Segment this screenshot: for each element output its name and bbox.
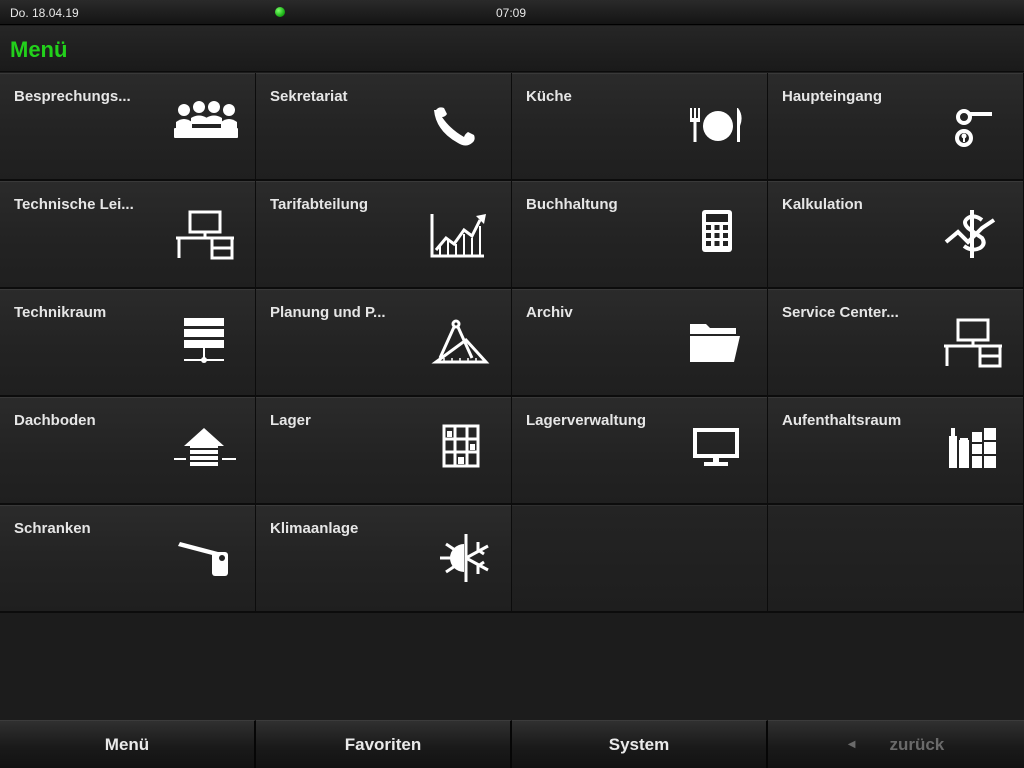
phone-icon: [426, 98, 496, 156]
page-title: Menü: [10, 37, 68, 62]
tile-buchhaltung[interactable]: Buchhaltung: [512, 181, 768, 289]
meeting-icon: [170, 98, 240, 156]
compass-ruler-icon: [426, 314, 496, 372]
tile-lagerverwaltung[interactable]: Lagerverwaltung: [512, 397, 768, 505]
bottom-navigation: Menü Favoriten System ◀ zurück: [0, 720, 1024, 768]
tile-tarifabteilung[interactable]: Tarifabteilung: [256, 181, 512, 289]
tile-planung[interactable]: Planung und P...: [256, 289, 512, 397]
tile-lager[interactable]: Lager: [256, 397, 512, 505]
back-button[interactable]: ◀ zurück: [768, 720, 1024, 768]
tile-empty: [768, 505, 1024, 613]
tile-kueche[interactable]: Küche: [512, 73, 768, 181]
tile-schranken[interactable]: Schranken: [0, 505, 256, 613]
tile-dachboden[interactable]: Dachboden: [0, 397, 256, 505]
system-button[interactable]: System: [512, 720, 768, 768]
chart-growth-icon: [426, 206, 496, 264]
status-bar: Do. 18.04.19 07:09: [0, 0, 1024, 25]
tile-label: Haupteingang: [782, 88, 882, 105]
tile-label: Technikraum: [14, 304, 107, 321]
tile-technische-leitung[interactable]: Technische Lei...: [0, 181, 256, 289]
menu-button[interactable]: Menü: [0, 720, 256, 768]
monitor-icon: [682, 422, 752, 480]
shelf-icon: [426, 422, 496, 480]
tile-label: Sekretariat: [270, 88, 348, 105]
tile-label: Küche: [526, 88, 572, 105]
tile-label: Tarifabteilung: [270, 196, 369, 213]
tile-haupteingang[interactable]: Haupteingang: [768, 73, 1024, 181]
tile-aufenthaltsraum[interactable]: Aufenthaltsraum: [768, 397, 1024, 505]
clock: 07:09: [496, 6, 527, 20]
tile-label: Dachboden: [14, 412, 96, 429]
drinks-icon: [938, 422, 1008, 480]
desk-computer-icon: [938, 314, 1008, 372]
tile-label: Archiv: [526, 304, 573, 321]
tile-technikraum[interactable]: Technikraum: [0, 289, 256, 397]
dollar-chart-icon: [938, 206, 1008, 264]
tile-label: Schranken: [14, 520, 91, 537]
tile-label: Technische Lei...: [14, 196, 134, 213]
tile-sekretariat[interactable]: Sekretariat: [256, 73, 512, 181]
plate-cutlery-icon: [682, 98, 752, 156]
date-display: Do. 18.04.19: [10, 6, 79, 20]
barrier-icon: [170, 530, 240, 588]
tile-label: Besprechungs...: [14, 88, 131, 105]
tile-service-center[interactable]: Service Center...: [768, 289, 1024, 397]
tile-label: Aufenthaltsraum: [782, 412, 902, 429]
folder-icon: [682, 314, 752, 372]
tile-label: Buchhaltung: [526, 196, 618, 213]
favorites-button[interactable]: Favoriten: [256, 720, 512, 768]
tile-empty: [512, 505, 768, 613]
room-grid: Besprechungs... Sekretariat Küche Haupte…: [0, 73, 1024, 613]
tile-label: Kalkulation: [782, 196, 863, 213]
tile-label: Planung und P...: [270, 304, 386, 321]
tile-label: Lagerverwaltung: [526, 412, 647, 429]
tile-label: Klimaanlage: [270, 520, 359, 537]
tile-klimaanlage[interactable]: Klimaanlage: [256, 505, 512, 613]
attic-house-icon: [170, 422, 240, 480]
tile-label: Service Center...: [782, 304, 899, 321]
tile-besprechung[interactable]: Besprechungs...: [0, 73, 256, 181]
door-handle-lock-icon: [938, 98, 1008, 156]
snowflake-sun-icon: [426, 530, 496, 588]
calculator-icon: [682, 206, 752, 264]
desk-computer-icon: [170, 206, 240, 264]
tile-label: Lager: [270, 412, 311, 429]
server-icon: [170, 314, 240, 372]
tile-archiv[interactable]: Archiv: [512, 289, 768, 397]
connection-status-icon: [275, 7, 285, 17]
back-arrow-icon: ◀: [847, 739, 856, 750]
back-label: zurück: [889, 734, 945, 754]
page-header: Menü: [0, 26, 1024, 72]
tile-kalkulation[interactable]: Kalkulation: [768, 181, 1024, 289]
